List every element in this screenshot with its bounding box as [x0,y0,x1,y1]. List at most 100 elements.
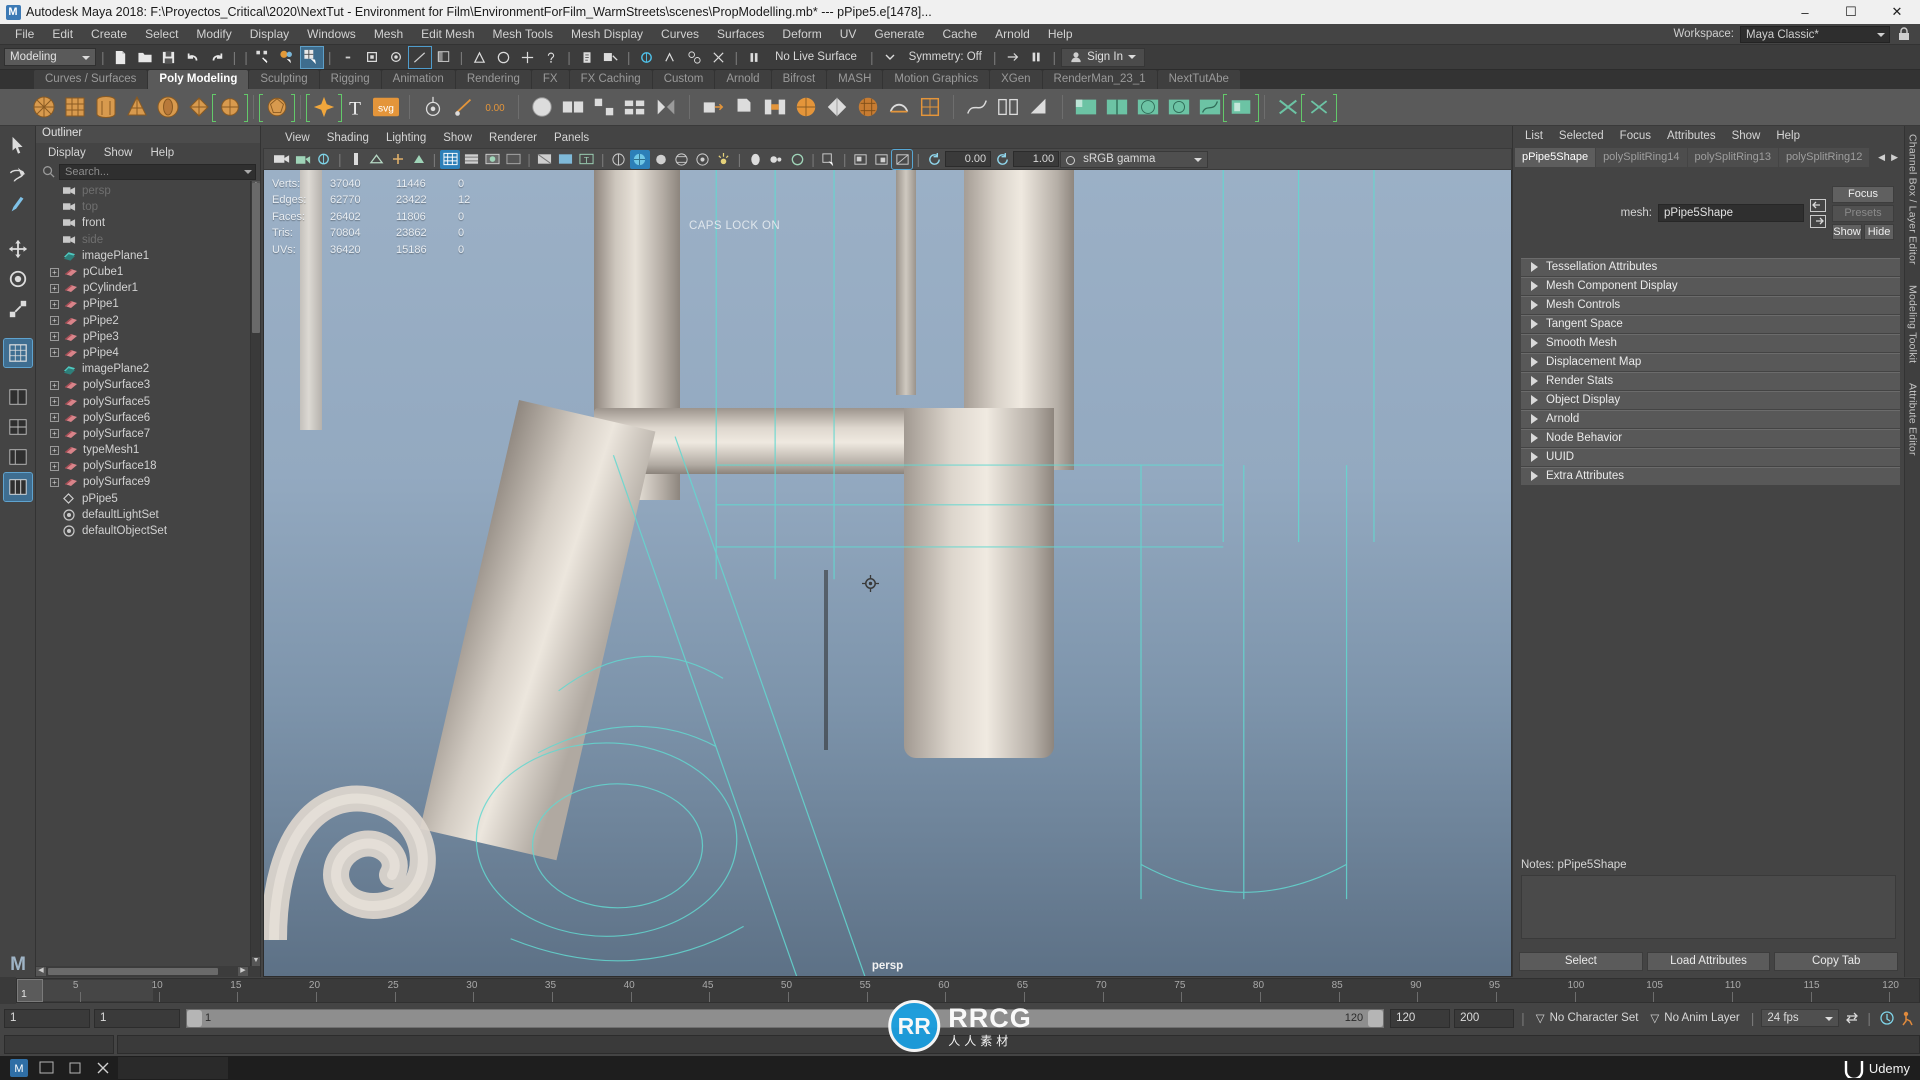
outliner-item-ppipe3[interactable]: + pPipe3 [36,329,250,345]
scroll-thumb-horizontal[interactable] [48,968,218,975]
expand-toggle-icon[interactable]: + [50,397,59,407]
outliner-item-front[interactable]: front [36,215,250,231]
shelf-tab-nexttutabe[interactable]: NextTutAbe [1157,70,1240,89]
ae-tab-polysplitring14[interactable]: polySplitRing14 [1596,147,1687,167]
ae-section-mesh-component-display[interactable]: Mesh Component Display [1521,276,1900,295]
poly-sphere-alt-icon[interactable] [216,93,244,121]
outliner-item-defaultlightset[interactable]: defaultLightSet [36,507,250,523]
taskbar-restore-icon[interactable] [62,1057,88,1079]
ipr-render-button[interactable] [635,47,657,68]
range-handle-right[interactable] [1368,1009,1384,1027]
shelf-tab-xgen[interactable]: XGen [990,70,1042,89]
ae-menu-help[interactable]: Help [1768,129,1808,143]
bridge-icon[interactable] [761,93,789,121]
shelf-tab-fx[interactable]: FX [531,70,569,89]
bevel-icon[interactable] [730,93,758,121]
outliner-item-ppipe5[interactable]: pPipe5 [36,491,250,507]
save-scene-button[interactable] [158,47,180,68]
menu-cache[interactable]: Cache [933,24,986,45]
edge-mask-button[interactable] [385,47,407,68]
mirror-icon[interactable] [652,93,680,121]
mesh-name-input[interactable]: pPipe5Shape [1658,204,1804,222]
taskbar-maya-icon[interactable]: M [6,1057,32,1079]
outliner-item-side[interactable]: side [36,232,250,248]
shelf-tab-renderman[interactable]: RenderMan_23_1 [1042,70,1157,89]
viewport-menu-view[interactable]: View [277,131,318,145]
outliner-item-polysurface3[interactable]: + polySurface3 [36,377,250,393]
workspace-selector[interactable]: Workspace: Maya Classic* [1673,25,1920,43]
menu-generate[interactable]: Generate [865,24,933,45]
platonic-solid-icon[interactable] [263,93,291,121]
shelf-tab-rigging[interactable]: Rigging [319,70,381,89]
combine-icon[interactable] [559,93,587,121]
menu-set-dropdown[interactable]: Modeling [4,48,96,66]
xray-active-components-icon[interactable] [651,150,671,169]
menu-uv[interactable]: UV [831,24,866,45]
curve-tool-icon[interactable] [963,93,991,121]
outliner-item-typemesh1[interactable]: + typeMesh1 [36,442,250,458]
manipulator-gizmo-icon[interactable] [862,575,879,592]
viewport-menu-lighting[interactable]: Lighting [378,131,434,145]
construction-history-button[interactable] [576,47,598,68]
use-default-material-icon[interactable] [556,150,576,169]
side-tab-attribute-editor[interactable]: Attribute Editor [1907,383,1919,456]
shelf-tab-mash[interactable]: MASH [827,70,883,89]
menu-deform[interactable]: Deform [773,24,830,45]
maximize-button[interactable]: ☐ [1828,0,1874,24]
outliner-tree[interactable]: persp top front side imagePlane1 + pCube1 + pCyl… [36,181,250,966]
camera-attributes-icon[interactable] [293,150,313,169]
shelf-tab-motion-graphics[interactable]: Motion Graphics [883,70,990,89]
sign-in-button[interactable]: Sign In [1061,47,1145,67]
quad-draw-icon[interactable] [916,93,944,121]
redo-button[interactable] [206,47,228,68]
expand-toggle-icon[interactable]: + [50,267,59,277]
menu-help[interactable]: Help [1039,24,1082,45]
bookmarks-icon[interactable] [314,150,334,169]
uv-mask-button[interactable] [433,47,455,68]
snap-together-icon[interactable] [994,93,1022,121]
poly-cube-icon[interactable] [61,93,89,121]
menu-windows[interactable]: Windows [298,24,365,45]
expand-toggle-icon[interactable]: + [50,380,59,390]
taskbar-close-icon[interactable] [90,1057,116,1079]
outliner-persp-layout-button[interactable] [4,443,32,471]
poly-torus-icon[interactable] [154,93,182,121]
expand-toggle-icon[interactable]: + [50,429,59,439]
wireframe-shading-icon[interactable] [440,149,461,169]
ae-menu-attributes[interactable]: Attributes [1659,129,1724,143]
symmetry-dropdown-icon[interactable] [879,47,901,68]
wedge-icon[interactable] [1025,93,1053,121]
viewport-menu-show[interactable]: Show [435,131,480,145]
uv-spherical-icon[interactable] [1165,93,1193,121]
exposure-reset-icon[interactable] [924,150,944,169]
expand-toggle-icon[interactable]: + [50,283,59,293]
ae-section-extra-attributes[interactable]: Extra Attributes [1521,466,1900,485]
expand-toggle-icon[interactable]: + [50,316,59,326]
xray-joints-icon[interactable] [629,149,650,169]
move-tool-button[interactable] [4,235,32,263]
ae-menu-list[interactable]: List [1517,129,1551,143]
select-tool-button[interactable] [4,131,32,159]
outliner-menu-display[interactable]: Display [40,146,94,160]
range-slider[interactable]: 1 120 [186,1008,1385,1028]
texture-display-icon[interactable] [535,150,555,169]
outliner-item-polysurface5[interactable]: + polySurface5 [36,393,250,409]
boolean-icon[interactable] [621,93,649,121]
shelf-tab-arnold[interactable]: Arnold [715,70,771,89]
shelf-tab-fx-caching[interactable]: FX Caching [569,70,652,89]
ae-section-mesh-controls[interactable]: Mesh Controls [1521,295,1900,314]
isolate-select-icon[interactable] [819,150,839,169]
paint-selection-tool-button[interactable] [4,191,32,219]
minimize-button[interactable]: – [1782,0,1828,24]
expand-toggle-icon[interactable]: + [50,445,59,455]
xray-display-icon[interactable] [609,150,629,169]
lighting-icon[interactable] [714,150,734,169]
shelf-tab-sculpting[interactable]: Sculpting [249,70,319,89]
motion-blur-icon[interactable] [745,150,765,169]
smooth-shade-icon[interactable] [461,150,481,169]
workspace-dropdown[interactable]: Maya Classic* [1740,25,1890,43]
sculpt-target-icon[interactable] [419,93,447,121]
menu-mesh[interactable]: Mesh [365,24,412,45]
taskbar-window-icon[interactable] [34,1057,60,1079]
outliner-item-polysurface18[interactable]: + polySurface18 [36,458,250,474]
